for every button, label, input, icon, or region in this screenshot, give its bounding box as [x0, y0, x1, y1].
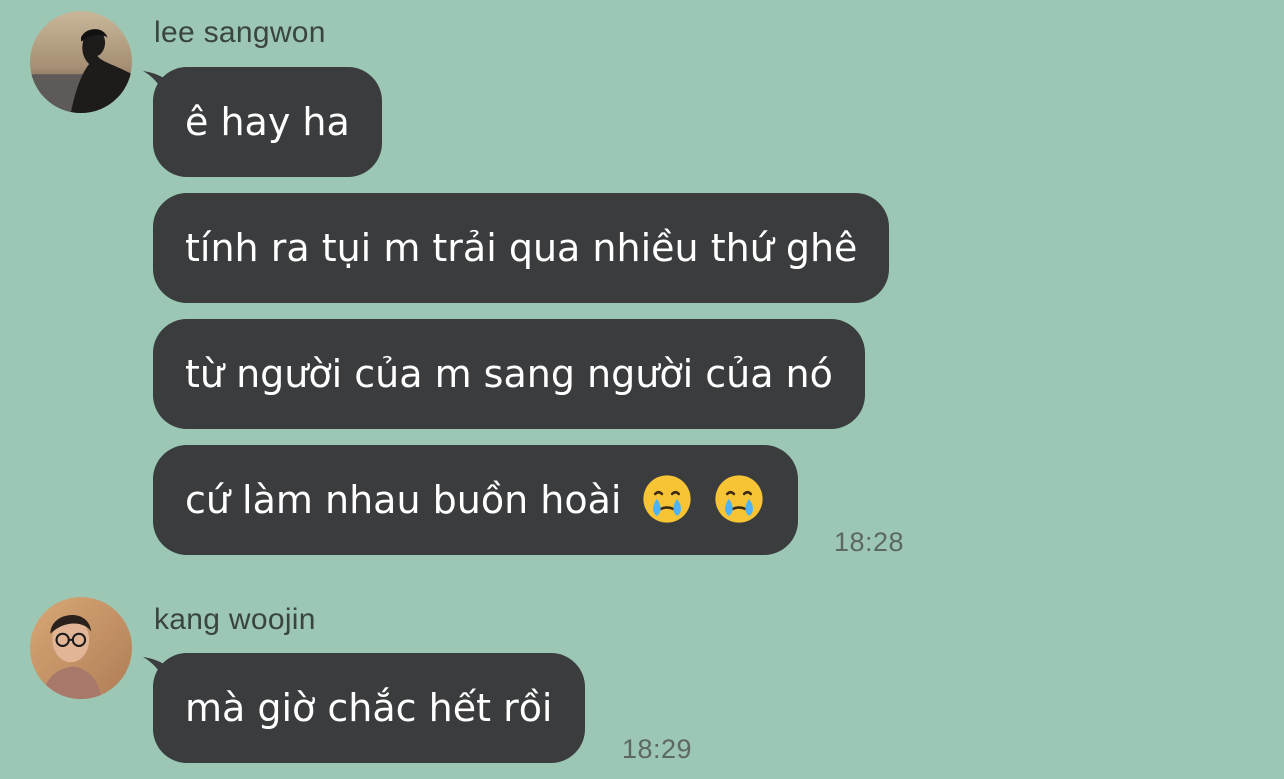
message-timestamp: 18:28: [834, 527, 905, 557]
message-bubble[interactable]: ê hay ha: [143, 67, 382, 177]
message-bubble[interactable]: tính ra tụi m trải qua nhiều thứ ghê: [153, 193, 890, 303]
message-text: tính ra tụi m trải qua nhiều thứ ghê: [185, 226, 858, 270]
sender-name: lee sangwon: [154, 16, 326, 49]
avatar-lee-sangwon-icon: [30, 11, 132, 113]
message-text: mà giờ chắc hết rồi: [185, 686, 553, 730]
avatar-kang-woojin-icon: [30, 597, 132, 699]
message-text: cứ làm nhau buồn hoài: [185, 478, 622, 522]
message-timestamp: 18:29: [622, 734, 693, 764]
message-text: từ người của m sang người của nó: [185, 352, 833, 396]
bubble-tail-icon: [143, 71, 183, 105]
face-holding-back-tears-icon: [712, 472, 766, 526]
message-bubble[interactable]: từ người của m sang người của nó: [153, 319, 865, 429]
avatar[interactable]: [30, 597, 132, 699]
sender-name: kang woojin: [154, 603, 316, 636]
bubble-tail-icon: [143, 657, 183, 691]
message-bubble[interactable]: cứ làm nhau buồn hoài: [153, 445, 798, 555]
avatar[interactable]: [30, 11, 132, 113]
message-text: ê hay ha: [185, 100, 350, 144]
message-bubble[interactable]: mà giờ chắc hết rồi: [143, 653, 585, 763]
face-holding-back-tears-icon: [640, 472, 694, 526]
